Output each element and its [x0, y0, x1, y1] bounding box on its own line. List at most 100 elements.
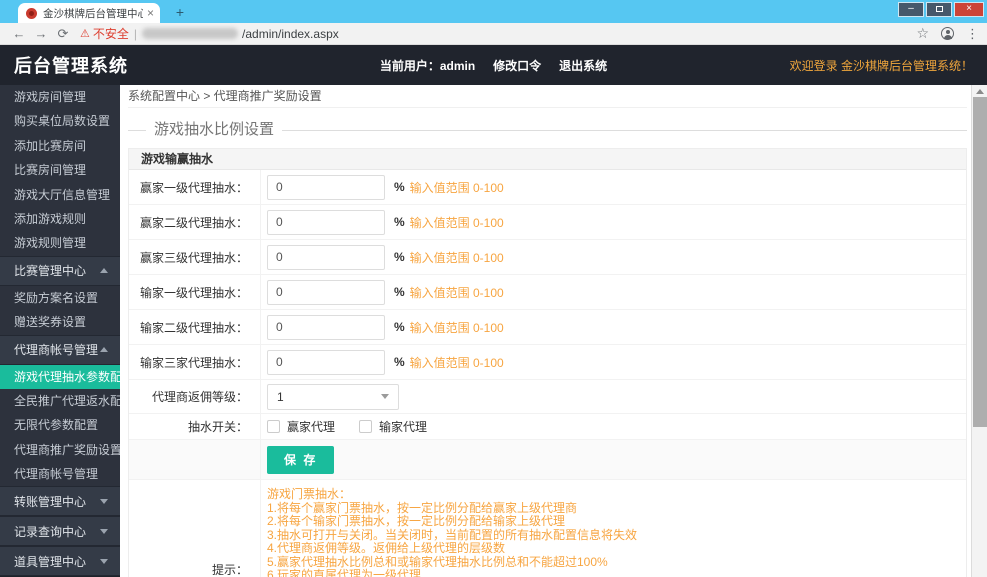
- range-hint: 输入值范围 0-100: [409, 285, 504, 300]
- sidebar-item-reward-plan[interactable]: 奖励方案名设置: [0, 286, 120, 310]
- window-controls: – ×: [896, 2, 984, 17]
- chevron-up-icon: [100, 347, 108, 353]
- winner-l2-rake-input[interactable]: [267, 209, 385, 235]
- security-label[interactable]: 不安全: [93, 25, 129, 42]
- sidebar-item-agent-rake-config[interactable]: 游戏代理抽水参数配置: [0, 364, 120, 389]
- sidebar-item-lobby-info[interactable]: 游戏大厅信息管理: [0, 183, 120, 207]
- sidebar-item-gift-ticket[interactable]: 赠送奖券设置: [0, 310, 120, 334]
- table-row: 输家一级代理抽水： % 输入值范围 0-100: [129, 275, 966, 310]
- save-button[interactable]: 保 存: [267, 445, 335, 474]
- tips-label: 提示：: [129, 480, 261, 577]
- winner-agent-checkbox[interactable]: [267, 420, 280, 433]
- loser-l2-rake-input[interactable]: [267, 314, 385, 340]
- current-user-label: 当前用户：admin: [379, 58, 476, 73]
- row-label: 赢家三级代理抽水：: [129, 240, 261, 274]
- blurred-domain: [142, 28, 239, 39]
- row-label: 输家二级代理抽水：: [129, 310, 261, 344]
- main-content: 系统配置中心 > 代理商推广奖励设置 游戏抽水比例设置 游戏输赢抽水 赢家一级代…: [120, 85, 971, 577]
- percent-unit: %: [394, 215, 405, 229]
- toolbar-right: ☆ ⋮: [916, 25, 979, 42]
- sidebar-item-agent-promo-reward[interactable]: 代理商推广奖励设置: [0, 438, 120, 462]
- settings-table: 游戏输赢抽水 赢家一级代理抽水： % 输入值范围 0-100 赢家二级代理抽水：…: [128, 148, 967, 577]
- commission-level-row: 代理商返佣等级： 1: [129, 380, 966, 414]
- save-row: 保 存: [129, 440, 966, 480]
- table-row: 赢家二级代理抽水： % 输入值范围 0-100: [129, 205, 966, 240]
- sidebar-item-agent-account-mgmt[interactable]: 代理商帐号管理: [0, 462, 120, 486]
- sidebar-item-add-match-room[interactable]: 添加比赛房间: [0, 134, 120, 158]
- minimize-button[interactable]: –: [898, 2, 924, 17]
- scrollbar-thumb[interactable]: [973, 97, 987, 427]
- browser-toolbar: ← → ⟳ ⚠ 不安全 | /admin/index.aspx ☆ ⋮: [0, 23, 987, 45]
- favicon-icon: [26, 7, 37, 19]
- maximize-button[interactable]: [926, 2, 952, 17]
- page-scrollbar[interactable]: [971, 85, 987, 577]
- change-password-link[interactable]: 修改口令: [493, 57, 541, 74]
- forward-icon[interactable]: →: [30, 24, 52, 44]
- chevron-down-icon: [100, 528, 108, 534]
- row-label: 输家一级代理抽水：: [129, 275, 261, 309]
- url-separator: |: [133, 26, 138, 41]
- sidebar-section-record-query[interactable]: 记录查询中心: [0, 516, 120, 547]
- tips-row: 提示： 游戏门票抽水： 1.将每个赢家门票抽水，按一定比例分配给赢家上级代理商 …: [129, 480, 966, 577]
- app-title: 后台管理系统: [14, 56, 128, 76]
- section-legend-wrap: 游戏抽水比例设置: [128, 118, 967, 142]
- profile-icon[interactable]: [941, 27, 954, 40]
- winner-l1-rake-input[interactable]: [267, 174, 385, 200]
- sidebar-item-game-room[interactable]: 游戏房间管理: [0, 85, 120, 109]
- table-row: 赢家一级代理抽水： % 输入值范围 0-100: [129, 170, 966, 205]
- loser-l3-rake-input[interactable]: [267, 349, 385, 375]
- row-label: 赢家二级代理抽水：: [129, 205, 261, 239]
- sidebar-section-agent-account[interactable]: 代理商帐号管理: [0, 334, 120, 365]
- url-path: /admin/index.aspx: [242, 26, 339, 41]
- percent-unit: %: [394, 285, 405, 299]
- tab-close-icon[interactable]: ×: [147, 7, 154, 19]
- page-title: 游戏抽水比例设置: [146, 118, 283, 142]
- scroll-up-arrow[interactable]: [972, 85, 987, 97]
- selected-value: 1: [277, 389, 284, 404]
- sidebar-section-transfer-center[interactable]: 转账管理中心: [0, 486, 120, 517]
- percent-unit: %: [394, 320, 405, 334]
- winner-l3-rake-input[interactable]: [267, 244, 385, 270]
- sidebar-item-unlimited-agent[interactable]: 无限代参数配置: [0, 413, 120, 437]
- welcome-text: 欢迎登录 金沙棋牌后台管理系统！: [789, 58, 973, 73]
- rake-switch-row: 抽水开关： 赢家代理 输家代理: [129, 414, 966, 440]
- range-hint: 输入值范围 0-100: [409, 215, 504, 230]
- menu-dots-icon[interactable]: ⋮: [966, 26, 979, 42]
- range-hint: 输入值范围 0-100: [409, 180, 504, 195]
- sidebar-section-item-mgmt[interactable]: 道具管理中心: [0, 546, 120, 577]
- loser-l1-rake-input[interactable]: [267, 279, 385, 305]
- chevron-up-icon: [100, 268, 108, 274]
- table-row: 输家二级代理抽水： % 输入值范围 0-100: [129, 310, 966, 345]
- logout-link[interactable]: 退出系统: [559, 57, 607, 74]
- browser-tab[interactable]: 金沙棋牌后台管理中心 v3.0 ×: [18, 3, 160, 23]
- tab-title: 金沙棋牌后台管理中心 v3.0: [43, 7, 143, 20]
- checkbox-label: 赢家代理: [287, 420, 336, 434]
- sidebar-item-rule-mgmt[interactable]: 游戏规则管理: [0, 231, 120, 255]
- sidebar-item-rebate-config[interactable]: 全民推广代理返水配置: [0, 389, 120, 413]
- maximize-icon: [935, 6, 943, 12]
- reload-icon[interactable]: ⟳: [52, 24, 74, 44]
- browser-window: 金沙棋牌后台管理中心 v3.0 × + – × ← → ⟳ ⚠ 不安全 | /a…: [0, 0, 987, 577]
- table-row: 输家三家代理抽水： % 输入值范围 0-100: [129, 345, 966, 380]
- sidebar-item-match-room[interactable]: 比赛房间管理: [0, 158, 120, 182]
- sidebar-section-match-center[interactable]: 比赛管理中心: [0, 255, 120, 286]
- sidebar-nav: 游戏房间管理 购买桌位局数设置 添加比赛房间 比赛房间管理 游戏大厅信息管理 添…: [0, 85, 120, 577]
- row-label: 代理商返佣等级：: [129, 380, 261, 413]
- commission-level-select[interactable]: 1: [267, 383, 399, 410]
- tips-text: 游戏门票抽水： 1.将每个赢家门票抽水，按一定比例分配给赢家上级代理商 2.将每…: [267, 487, 638, 577]
- table-header: 游戏输赢抽水: [129, 149, 966, 170]
- sidebar-item-table-rounds[interactable]: 购买桌位局数设置: [0, 109, 120, 133]
- bookmark-star-icon[interactable]: ☆: [916, 25, 929, 42]
- row-label: 抽水开关：: [129, 414, 261, 439]
- new-tab-button[interactable]: +: [170, 3, 190, 21]
- percent-unit: %: [394, 250, 405, 264]
- close-button[interactable]: ×: [954, 2, 984, 17]
- loser-agent-checkbox[interactable]: [359, 420, 373, 433]
- address-bar[interactable]: ⚠ 不安全 | /admin/index.aspx: [80, 25, 916, 43]
- breadcrumb: 系统配置中心 > 代理商推广奖励设置: [128, 85, 967, 108]
- range-hint: 输入值范围 0-100: [409, 320, 504, 335]
- sidebar-item-add-rule[interactable]: 添加游戏规则: [0, 207, 120, 231]
- warning-icon: ⚠: [80, 28, 90, 40]
- checkbox-label: 输家代理: [379, 420, 428, 434]
- back-icon[interactable]: ←: [8, 24, 30, 44]
